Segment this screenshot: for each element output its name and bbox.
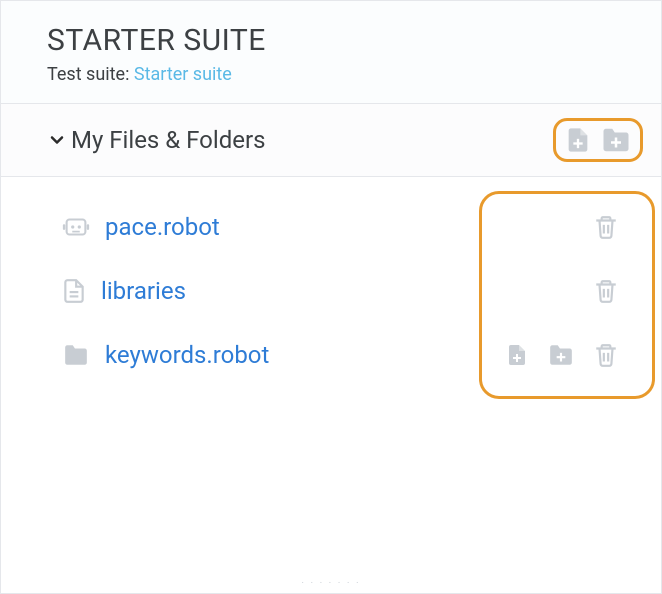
file-name-link[interactable]: keywords.robot [105,341,269,369]
collapse-toggle[interactable] [43,130,71,150]
breadcrumb: Test suite: Starter suite [47,64,633,85]
file-name-link[interactable]: libraries [101,277,186,305]
trash-icon [593,341,619,369]
trash-icon [593,213,619,241]
section-actions [553,118,643,162]
add-folder-button[interactable] [547,342,575,368]
file-item[interactable]: keywords.robot [61,341,443,369]
row-actions [443,277,643,305]
breadcrumb-link[interactable]: Starter suite [134,64,232,85]
folder-icon [61,342,91,368]
row-actions [443,341,643,369]
page-title: STARTER SUITE [47,23,633,58]
add-folder-icon [547,342,575,368]
file-icon [61,277,87,305]
file-item[interactable]: libraries [61,277,443,305]
breadcrumb-label: Test suite: [47,64,134,85]
file-item[interactable]: pace.robot [61,213,443,241]
chevron-down-icon [47,130,67,150]
robot-icon [61,213,91,241]
delete-button[interactable] [593,213,619,241]
list-item: libraries [61,259,643,323]
row-actions [443,213,643,241]
section-title: My Files & Folders [71,126,553,154]
add-file-button[interactable] [564,125,592,155]
add-file-icon [505,341,529,369]
add-folder-button[interactable] [600,125,632,155]
list-item: pace.robot [61,195,643,259]
add-folder-icon [600,125,632,155]
panel-header: STARTER SUITE Test suite: Starter suite [1,1,661,104]
delete-button[interactable] [593,277,619,305]
file-panel: STARTER SUITE Test suite: Starter suite … [0,0,662,594]
list-item: keywords.robot [61,323,643,387]
trash-icon [593,277,619,305]
delete-button[interactable] [593,341,619,369]
resize-handle[interactable]: · · · · · · · [1,576,661,593]
add-file-icon [564,125,592,155]
section-header: My Files & Folders [1,104,661,177]
file-list: pace.robot libraries [1,177,661,576]
add-file-button[interactable] [505,341,529,369]
file-name-link[interactable]: pace.robot [105,213,220,241]
